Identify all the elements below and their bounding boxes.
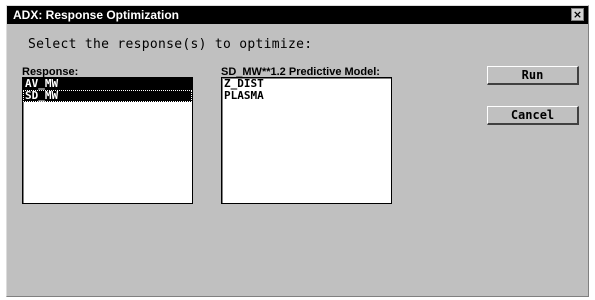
list-item[interactable]: SD_MW <box>23 90 192 102</box>
response-listbox[interactable]: AV_MW SD_MW <box>22 77 193 204</box>
instruction-text: Select the response(s) to optimize: <box>28 37 313 52</box>
title-bar[interactable]: ADX: Response Optimization × <box>7 6 588 24</box>
dialog-window: ADX: Response Optimization × Select the … <box>6 5 589 297</box>
cancel-button[interactable]: Cancel <box>487 106 579 125</box>
window-title: ADX: Response Optimization <box>13 8 180 22</box>
close-icon[interactable]: × <box>571 8 584 21</box>
list-item[interactable]: PLASMA <box>222 90 391 102</box>
predictive-model-listbox[interactable]: Z_DIST PLASMA <box>221 77 392 204</box>
run-button[interactable]: Run <box>487 66 579 85</box>
